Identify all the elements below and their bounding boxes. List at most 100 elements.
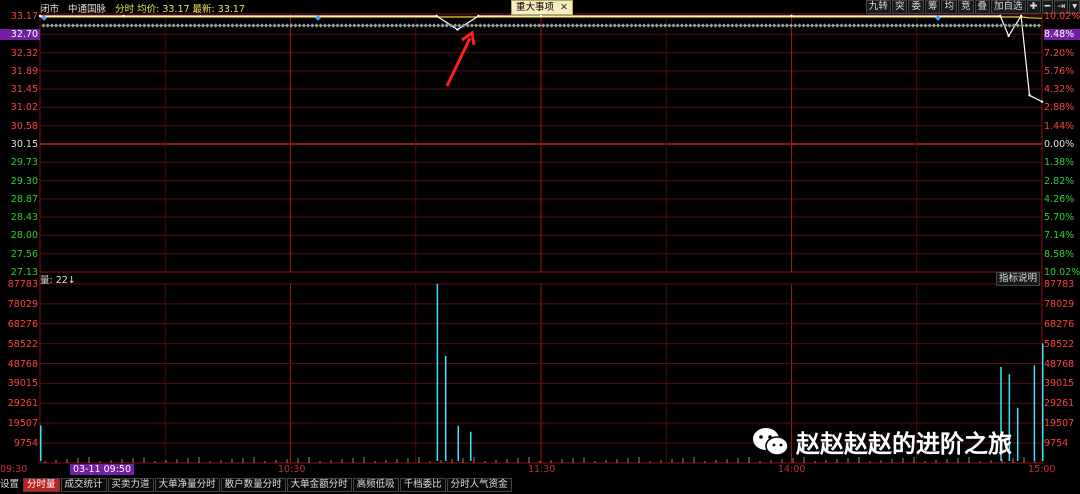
indicator-tab-7[interactable]: 千档委比 <box>399 478 446 492</box>
order-marker <box>410 23 416 28</box>
order-marker <box>709 23 714 28</box>
order-marker <box>948 23 953 28</box>
order-marker <box>62 23 67 28</box>
order-marker <box>633 23 638 28</box>
order-marker <box>503 23 508 28</box>
order-marker <box>389 23 395 28</box>
order-marker <box>814 23 819 28</box>
close-icon[interactable]: ✕ <box>560 2 568 13</box>
volume-tick-label: 29261 <box>7 398 38 410</box>
order-marker <box>486 23 491 28</box>
volume-tick-label-right: 68276 <box>1044 318 1075 330</box>
order-marker <box>683 23 689 28</box>
order-marker <box>343 23 349 28</box>
toolbar-button-0[interactable]: 九转 <box>865 0 891 14</box>
order-marker <box>931 23 937 28</box>
order-marker <box>406 23 412 28</box>
percent-tick-label: 5.76% <box>1044 65 1075 77</box>
order-marker <box>956 23 962 28</box>
toolbar-button-5[interactable]: 竞 <box>958 0 974 14</box>
price-tick-label: 32.70 <box>0 29 40 41</box>
order-marker <box>473 23 479 28</box>
indicator-tab-8[interactable]: 分时人气资金 <box>446 478 512 492</box>
indicator-tab-4[interactable]: 散户数量分时 <box>220 478 286 492</box>
order-marker <box>919 23 924 28</box>
order-marker <box>79 23 84 28</box>
price-tick-label: 29.73 <box>10 157 38 169</box>
volume-bar <box>40 425 42 461</box>
order-marker <box>793 23 798 28</box>
toolbar-button-2[interactable]: 委 <box>908 0 924 14</box>
toolbar-button-4[interactable]: 均 <box>941 0 957 14</box>
settings-button[interactable]: 设置 <box>0 478 23 492</box>
order-marker <box>360 23 365 28</box>
toolbar-button-7[interactable]: 加自选 <box>991 0 1026 14</box>
order-marker <box>637 23 643 28</box>
order-marker <box>276 23 281 28</box>
order-marker <box>599 23 605 28</box>
order-marker <box>255 23 260 28</box>
toolbar-button-1[interactable]: 突 <box>891 0 908 14</box>
toolbar-button-6[interactable]: 叠 <box>974 0 991 14</box>
order-marker <box>935 23 941 28</box>
price-tick-label: 31.89 <box>10 65 38 77</box>
order-marker <box>734 23 739 28</box>
order-marker <box>263 23 269 28</box>
order-marker <box>654 23 659 28</box>
time-tick-label: 10:30 <box>278 464 306 475</box>
order-marker <box>961 23 966 28</box>
order-marker <box>242 23 248 28</box>
percent-tick-label: 10.02% <box>1044 11 1080 22</box>
order-marker <box>583 23 588 28</box>
major-event-tab[interactable]: 重大事项 ✕ <box>511 0 573 15</box>
order-marker <box>331 23 336 28</box>
order-marker <box>74 23 80 28</box>
percent-tick-label: 4.26% <box>1044 193 1075 205</box>
indicator-tab-1[interactable]: 成交统计 <box>60 478 107 492</box>
order-marker <box>1028 23 1033 28</box>
order-marker <box>830 23 836 28</box>
order-marker <box>641 23 647 28</box>
order-marker <box>259 23 265 28</box>
order-marker <box>826 23 832 28</box>
time-tick-label: 11:30 <box>528 464 556 475</box>
volume-tick-label-right: 87783 <box>1044 279 1075 290</box>
order-marker <box>192 23 197 28</box>
order-marker <box>381 23 386 28</box>
volume-tick-label: 9754 <box>13 438 38 449</box>
time-tick-label: 09:30 <box>0 464 28 475</box>
volume-tick-label-right: 58522 <box>1044 338 1075 350</box>
time-tick-label: 15:00 <box>1028 464 1056 475</box>
volume-bar <box>470 431 472 461</box>
order-marker <box>352 23 357 28</box>
order-marker <box>965 23 970 28</box>
order-marker <box>116 23 122 28</box>
volume-tick-label-right: 19507 <box>1044 418 1075 430</box>
order-marker <box>885 23 890 28</box>
order-marker <box>809 23 815 28</box>
price-point <box>477 14 480 18</box>
watermark: 赵赵赵赵的进阶之旅 <box>752 424 1012 459</box>
order-marker <box>986 23 991 28</box>
indicator-tab-0[interactable]: 分时量 <box>23 478 60 492</box>
toolbar-button-8[interactable]: ✚ <box>1026 0 1041 14</box>
order-marker <box>280 23 286 28</box>
indicator-tab-3[interactable]: 大单净量分时 <box>154 478 220 492</box>
indicator-help-button[interactable]: 指标说明 <box>996 272 1041 286</box>
order-marker <box>247 23 252 28</box>
order-marker <box>507 23 512 28</box>
order-marker <box>788 23 794 28</box>
intraday-chart[interactable] <box>0 0 1080 494</box>
indicator-tab-5[interactable]: 大单金额分时 <box>286 478 352 492</box>
order-marker <box>188 23 193 28</box>
order-marker <box>499 23 504 28</box>
order-marker <box>209 23 214 28</box>
toolbar-button-3[interactable]: 筹 <box>924 0 941 14</box>
indicator-tab-2[interactable]: 买卖力道 <box>107 478 154 492</box>
order-marker <box>839 23 844 28</box>
volume-bar <box>1016 407 1019 461</box>
order-marker <box>53 23 59 28</box>
indicator-tab-6[interactable]: 高频低吸 <box>352 478 399 492</box>
order-marker <box>515 23 521 28</box>
order-marker <box>314 23 319 28</box>
